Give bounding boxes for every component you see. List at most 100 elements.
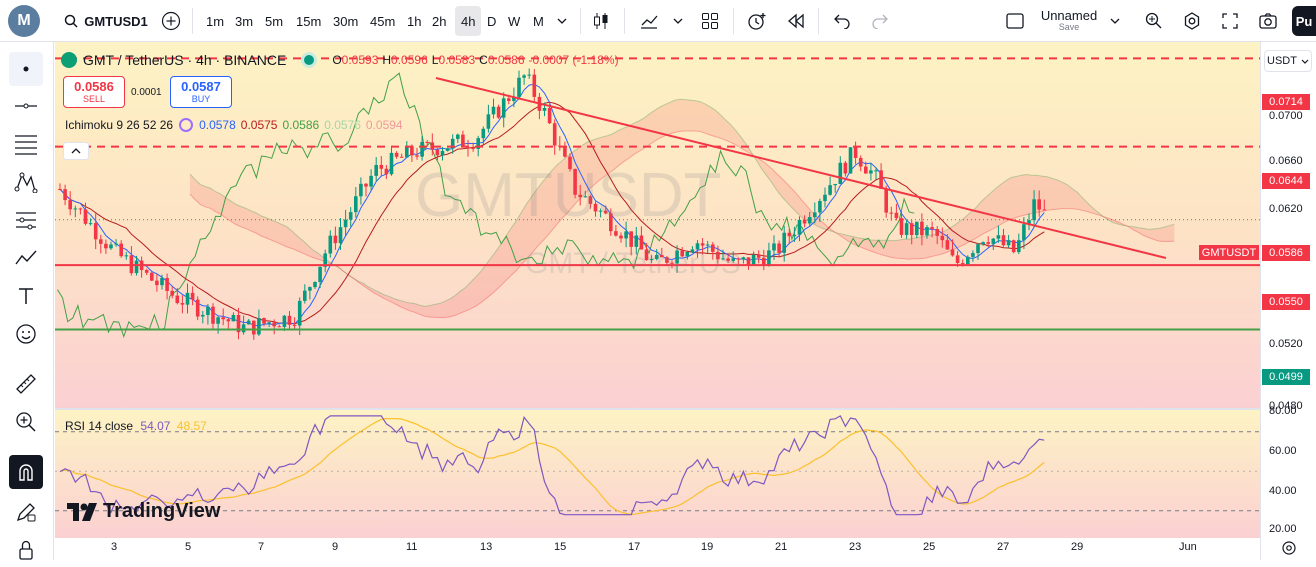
candle-body [221, 317, 225, 320]
candle-body [155, 280, 159, 286]
price-box-0714: 0.0714 [1262, 94, 1310, 110]
bar-style-button[interactable] [588, 6, 614, 36]
timeframe-30m[interactable]: 30m [327, 6, 364, 36]
undo-button[interactable] [828, 6, 856, 36]
ohlc-o-label: O [332, 53, 342, 67]
buy-button[interactable]: 0.0587 BUY [170, 76, 232, 108]
date-label: 25 [923, 541, 936, 553]
layout-button[interactable] [1004, 6, 1026, 36]
alert-button[interactable] [743, 6, 771, 36]
brush-tool[interactable] [9, 241, 43, 275]
redo-button[interactable] [866, 6, 894, 36]
candle-body [445, 148, 450, 151]
candle-body [83, 209, 88, 224]
grid-icon [702, 13, 718, 29]
candle-body [879, 170, 883, 189]
date-label: 7 [258, 541, 265, 553]
zoom-tool[interactable] [9, 405, 43, 439]
timeframe-45m[interactable]: 45m [364, 6, 401, 36]
dot-cursor-icon [23, 66, 29, 72]
rsi-legend[interactable]: RSI 14 close 54.07 48.57 [65, 419, 207, 433]
line-chart-icon [641, 15, 658, 29]
date-label: 15 [554, 541, 567, 553]
publish-button[interactable]: Pu [1292, 6, 1316, 36]
quick-search-button[interactable] [1140, 6, 1168, 36]
drawing-toolbar [0, 42, 54, 560]
candle-body [807, 217, 812, 224]
candle-body [405, 146, 409, 158]
chart-pane[interactable]: GMTUSDT GMT / TetherUS GMT / TetherUS · … [55, 42, 1260, 560]
timeframe-d[interactable]: D [481, 6, 502, 36]
ichimoku-legend[interactable]: Ichimoku 9 26 52 26 0.0578 0.0575 0.0586… [65, 118, 403, 132]
chevron-down-icon [1301, 59, 1309, 64]
cursor-tool[interactable] [9, 52, 43, 86]
replay-button[interactable] [782, 6, 810, 36]
indicators-chart-button[interactable] [636, 6, 662, 36]
candle-body [303, 290, 307, 301]
trend-line-tool[interactable] [9, 89, 43, 123]
candle-body [904, 223, 909, 235]
lock-all-tool[interactable] [9, 533, 43, 567]
text-tool[interactable] [9, 279, 43, 313]
layout-name[interactable]: Unnamed Save [1034, 6, 1104, 36]
add-symbol-button[interactable] [158, 6, 184, 36]
price-box-0644: 0.0644 [1262, 173, 1310, 189]
candle-body [782, 232, 786, 253]
tradingview-logo[interactable]: M [8, 5, 40, 37]
candle-body [971, 253, 975, 257]
candle-body [838, 162, 843, 185]
emoji-tool[interactable] [9, 317, 43, 351]
candle-body [547, 107, 552, 124]
candle-body [68, 200, 72, 210]
candle-body [190, 292, 195, 300]
fullscreen-button[interactable] [1216, 6, 1244, 36]
chart-type-dropdown[interactable] [668, 6, 688, 36]
measure-tool[interactable] [9, 367, 43, 401]
timeframe-w[interactable]: W [502, 6, 526, 36]
templates-button[interactable] [697, 6, 723, 36]
ichimoku-conversion: 0.0578 [199, 118, 236, 132]
date-label: 19 [701, 541, 714, 553]
forecast-tool[interactable] [9, 203, 43, 237]
timeframe-1h[interactable]: 1h [401, 6, 427, 36]
candle-body [741, 257, 746, 260]
candle-body [359, 183, 363, 197]
screenshot-button[interactable] [1254, 6, 1282, 36]
chevron-down-icon [1110, 18, 1120, 24]
candle-body [246, 320, 251, 325]
scale-settings-button[interactable] [1281, 540, 1297, 561]
fib-tool[interactable] [9, 127, 43, 161]
date-label: Jun [1179, 541, 1197, 553]
timeframe-dropdown[interactable] [552, 6, 572, 36]
candle-body [415, 155, 419, 157]
layout-dropdown[interactable] [1106, 6, 1124, 36]
timeframe-1m[interactable]: 1m [200, 6, 230, 36]
buy-label: BUY [191, 94, 211, 104]
date-label: 29 [1071, 541, 1084, 553]
fullscreen-icon [1222, 13, 1238, 29]
timeframe-2h[interactable]: 2h [426, 6, 452, 36]
symbol-legend[interactable]: GMT / TetherUS · 4h · BINANCE O 0.0593 H0… [61, 52, 619, 68]
candle-body [996, 235, 1001, 239]
timeframe-15m[interactable]: 15m [290, 6, 327, 36]
candle-body [338, 227, 343, 244]
candle-body [252, 320, 256, 335]
collapse-legend-button[interactable] [63, 142, 89, 160]
candle-body [160, 277, 164, 286]
timeframe-4h[interactable]: 4h [455, 6, 482, 36]
magnet-tool[interactable] [9, 455, 43, 489]
camera-icon [1259, 13, 1277, 29]
lock-drawing-tool[interactable] [9, 495, 43, 529]
timeframe-3m[interactable]: 3m [229, 6, 259, 36]
sell-price: 0.0586 [74, 79, 114, 94]
currency-dropdown[interactable]: USDT [1264, 50, 1312, 72]
pattern-tool[interactable] [9, 165, 43, 199]
price-scale[interactable]: USDT 0.0700 0.0660 0.0620 0.0520 0.0480 … [1260, 42, 1316, 560]
candle-body [410, 146, 414, 156]
symbol-search[interactable]: GMTUSD1 [62, 6, 150, 36]
timeframe-m[interactable]: M [527, 6, 550, 36]
settings-button[interactable] [1178, 6, 1206, 36]
zoom-in-icon [16, 412, 36, 432]
timeframe-5m[interactable]: 5m [259, 6, 289, 36]
sell-button[interactable]: 0.0586 SELL [63, 76, 125, 108]
